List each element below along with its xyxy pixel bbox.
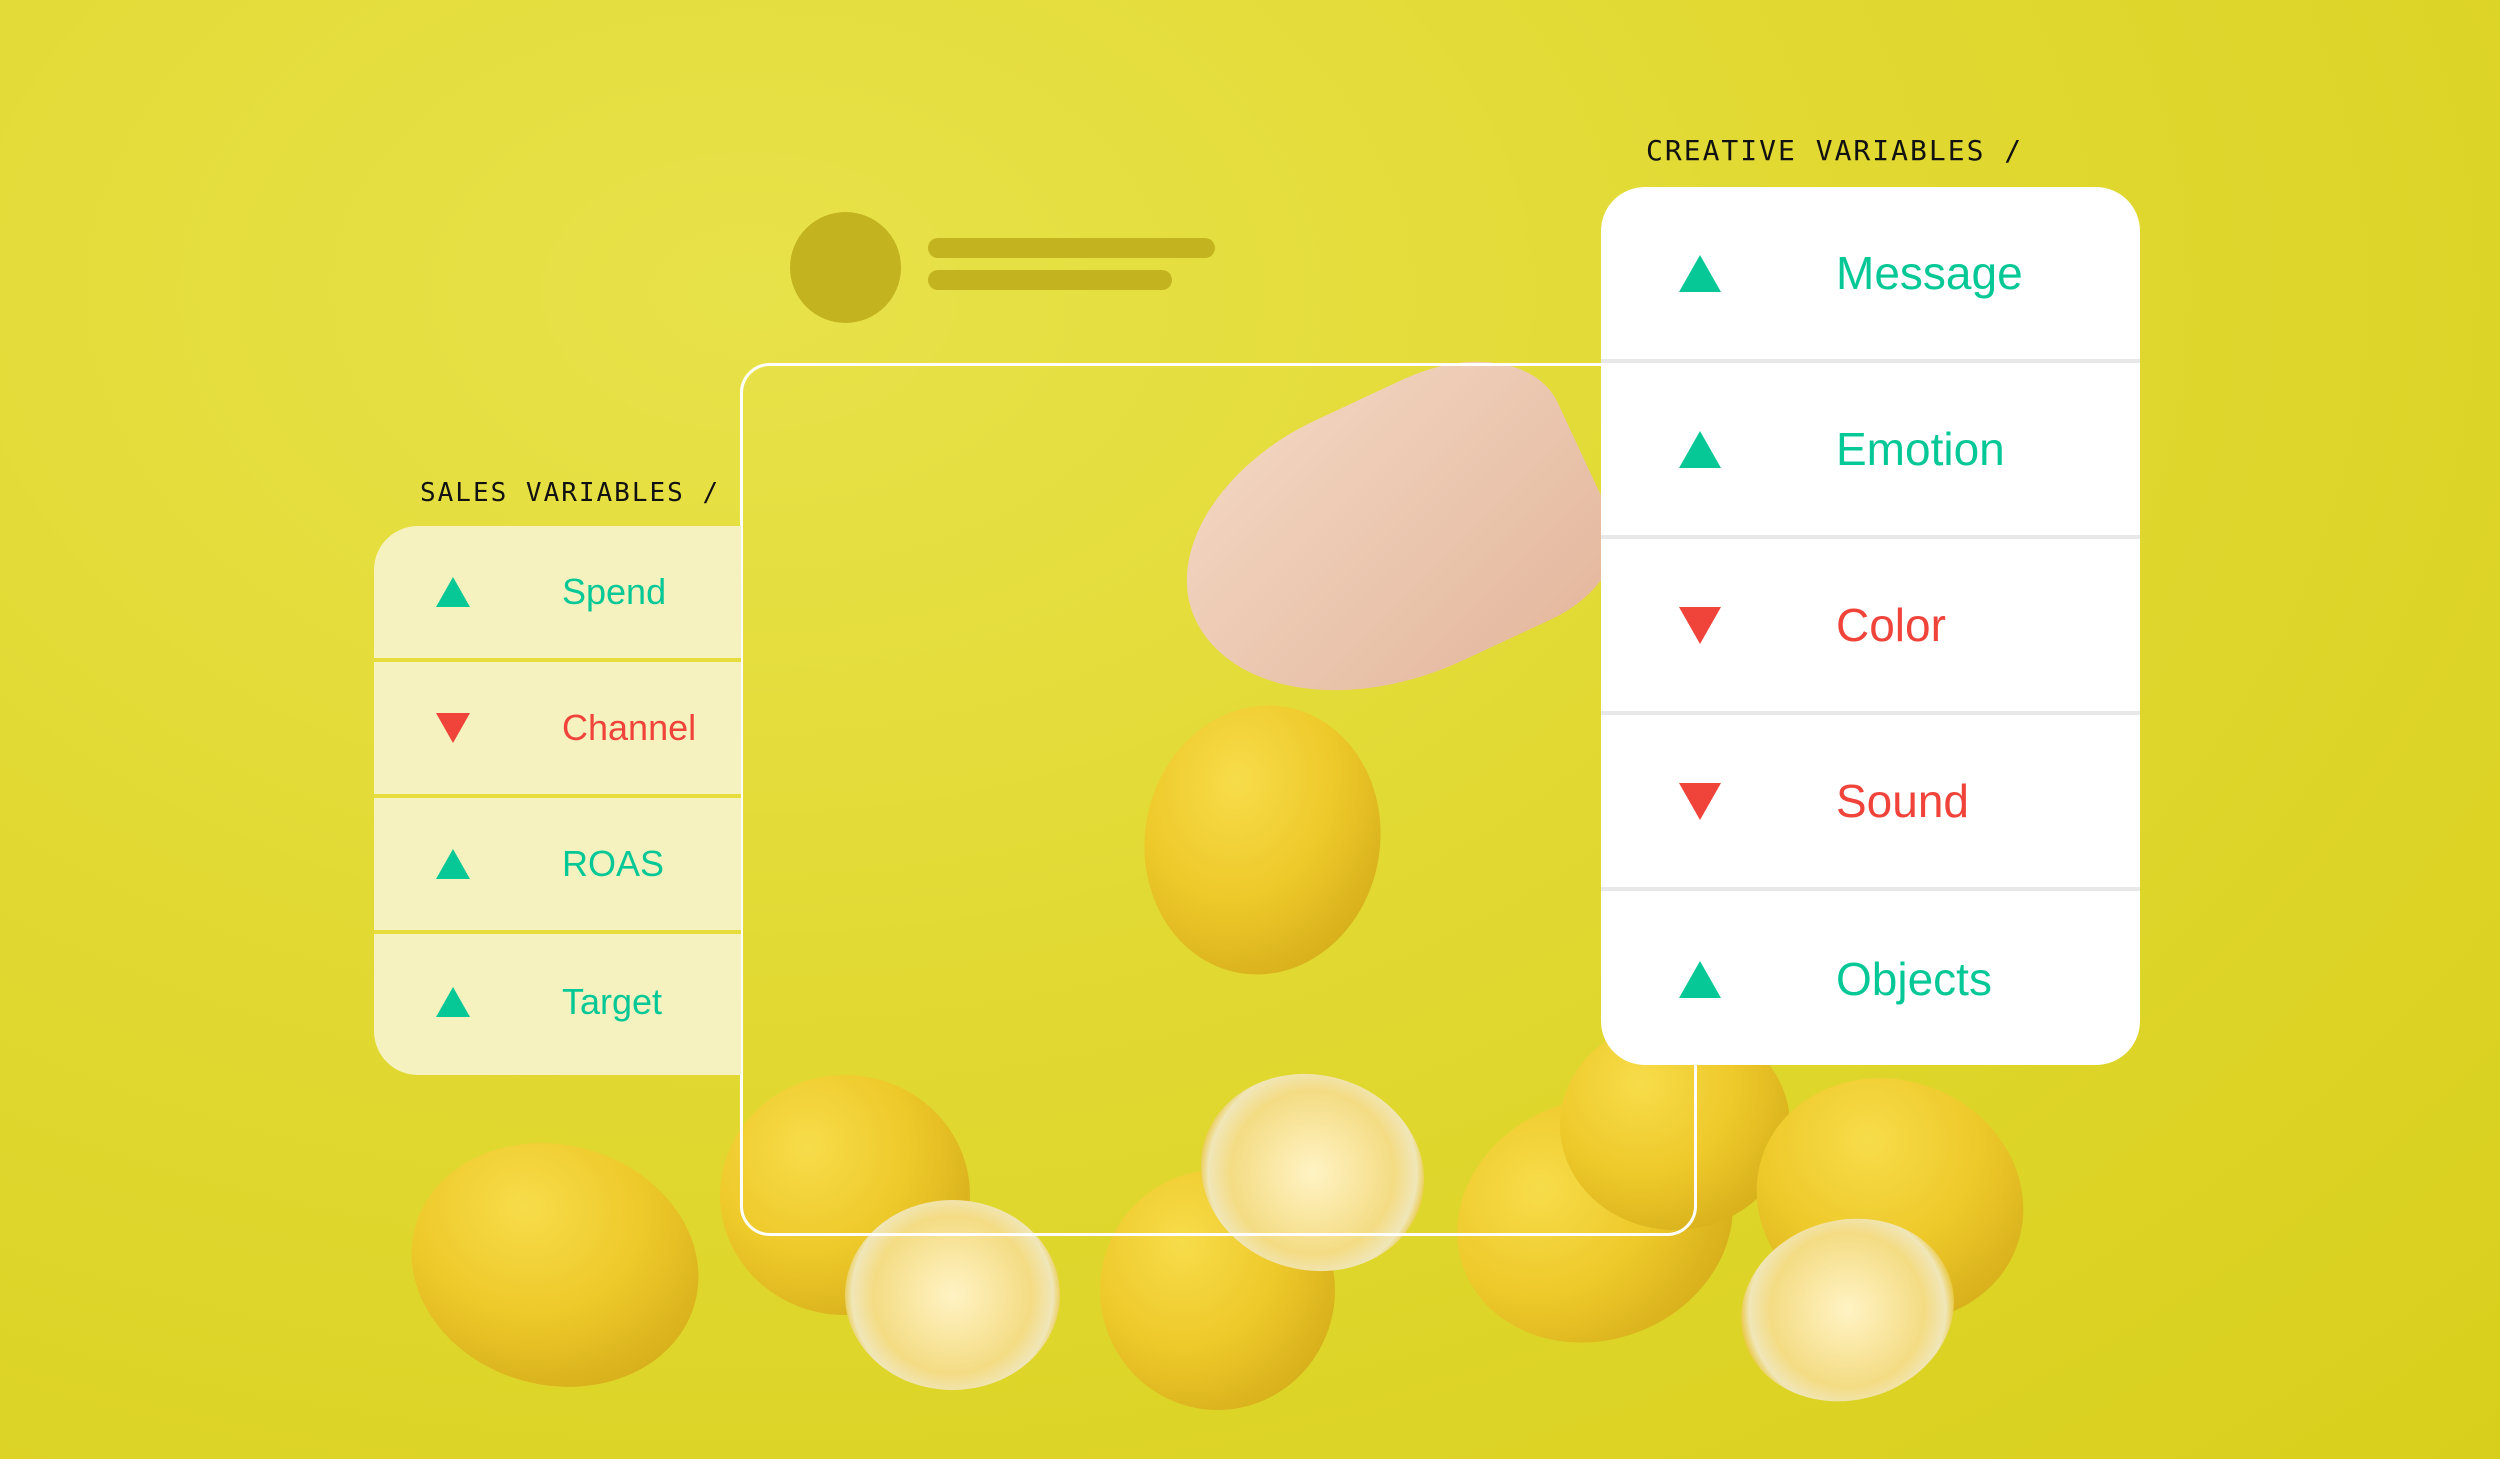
arrow-up-icon bbox=[436, 987, 470, 1017]
creative-variables-card: Message Emotion Color Sound Objects bbox=[1601, 187, 2140, 1065]
creative-variable-row[interactable]: Emotion bbox=[1601, 363, 2140, 539]
image-frame bbox=[740, 363, 1697, 1236]
creative-variable-label: Objects bbox=[1836, 953, 1992, 1005]
arrow-up-icon bbox=[436, 577, 470, 607]
creative-variable-label: Sound bbox=[1836, 775, 1970, 827]
creative-variables-title: CREATIVE VARIABLES / bbox=[1646, 134, 2024, 167]
sales-variable-row[interactable]: Target bbox=[374, 934, 741, 1070]
avatar-placeholder bbox=[790, 212, 901, 323]
text-line-placeholder bbox=[928, 238, 1215, 258]
arrow-down-icon bbox=[1679, 782, 1721, 820]
creative-variable-label: Emotion bbox=[1836, 423, 2005, 475]
creative-variable-row[interactable]: Objects bbox=[1601, 891, 2140, 1065]
arrow-down-icon bbox=[1679, 606, 1721, 644]
creative-variable-row[interactable]: Sound bbox=[1601, 715, 2140, 891]
sales-variable-row[interactable]: Channel bbox=[374, 662, 741, 798]
text-line-placeholder bbox=[928, 270, 1172, 290]
sales-variable-label: Spend bbox=[562, 571, 667, 612]
sales-variable-label: Channel bbox=[562, 707, 697, 748]
arrow-down-icon bbox=[436, 713, 470, 743]
sales-variable-row[interactable]: Spend bbox=[374, 526, 741, 662]
creative-variable-label: Color bbox=[1836, 599, 1946, 651]
sales-variables-title: SALES VARIABLES / bbox=[420, 478, 721, 508]
creative-variable-label: Message bbox=[1836, 247, 2023, 299]
arrow-up-icon bbox=[1679, 254, 1721, 292]
creative-variable-row[interactable]: Message bbox=[1601, 187, 2140, 363]
lemon-image bbox=[383, 1111, 727, 1419]
sales-variable-row[interactable]: ROAS bbox=[374, 798, 741, 934]
arrow-up-icon bbox=[1679, 960, 1721, 998]
arrow-up-icon bbox=[436, 849, 470, 879]
arrow-up-icon bbox=[1679, 430, 1721, 468]
creative-variable-row[interactable]: Color bbox=[1601, 539, 2140, 715]
sales-variables-card: Spend Channel ROAS Target bbox=[374, 526, 741, 1075]
sales-variable-label: ROAS bbox=[562, 843, 665, 884]
sales-variable-label: Target bbox=[562, 981, 663, 1022]
